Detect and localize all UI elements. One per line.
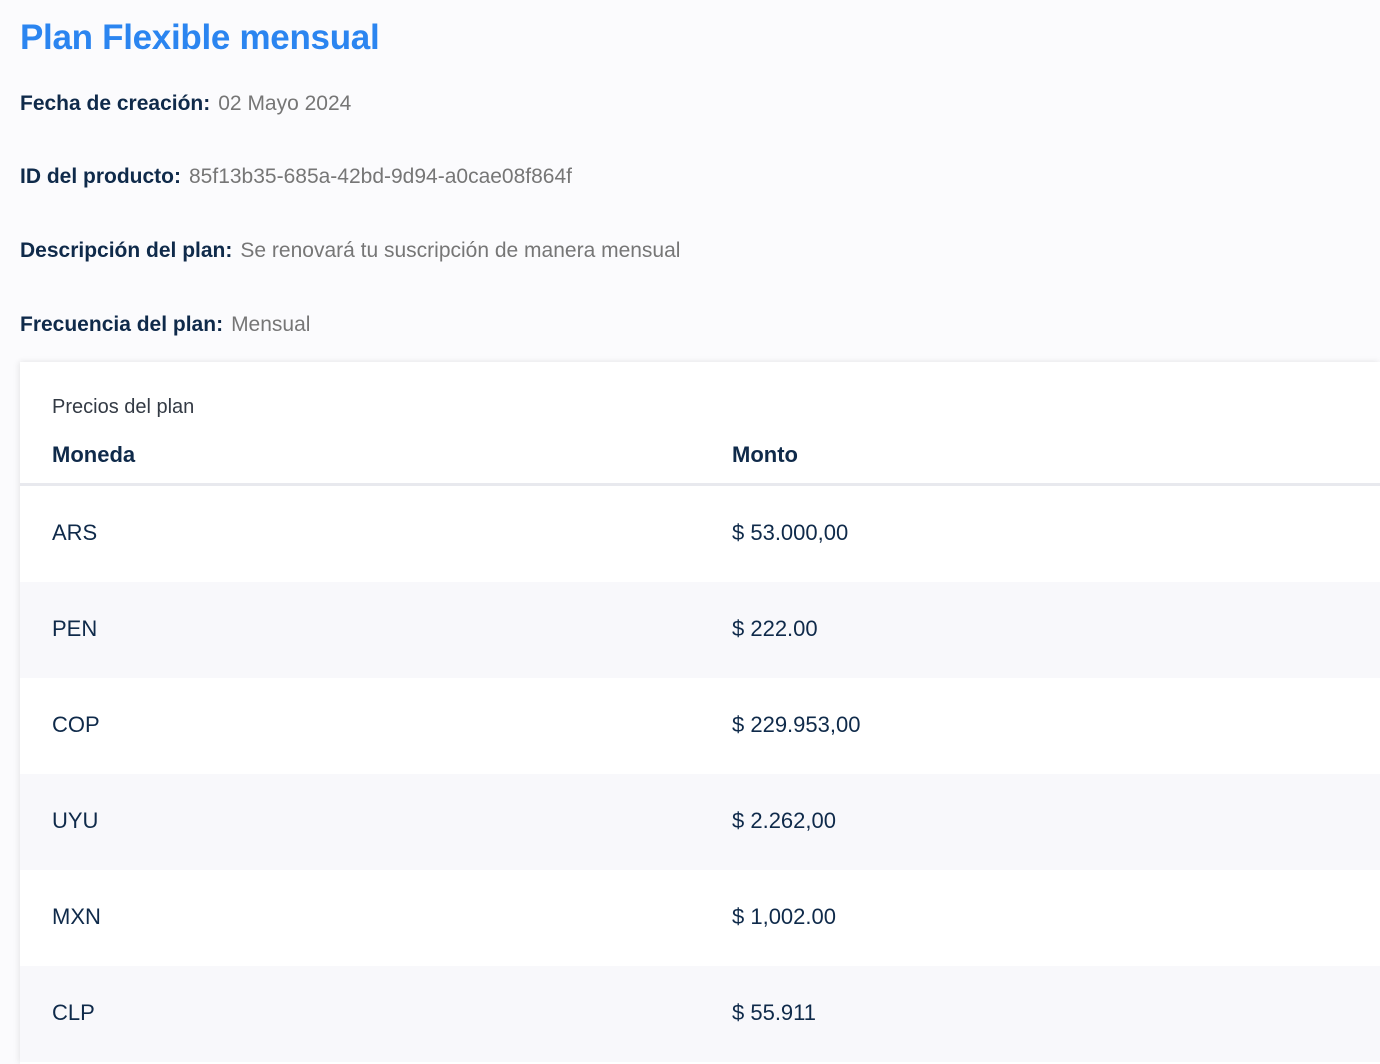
plan-description-value: Se renovará tu suscripción de manera men… [240,239,681,262]
currency-cell: ARS [52,520,98,545]
amount-cell: $ 1,002.00 [732,904,836,929]
amount-cell: $ 53.000,00 [732,520,849,545]
plan-description-row: Descripción del plan: Se renovará tu susc… [20,237,680,265]
creation-date-value: 02 Mayo 2024 [218,92,352,115]
prices-table-body: ARS $ 53.000,00 PEN $ 222.00 COP $ 229.9… [20,486,1380,1062]
currency-cell: CLP [52,1000,95,1025]
amount-cell: $ 2.262,00 [732,808,836,833]
plan-detail-page: Plan Flexible mensual Fecha de creación:… [0,0,1380,1064]
prices-table-header: Moneda Monto [20,430,1380,486]
currency-cell: PEN [52,616,98,641]
currency-cell: COP [52,712,100,737]
plan-description-label: Descripción del plan: [20,239,233,262]
page-title: Plan Flexible mensual [20,18,380,57]
table-row: COP $ 229.953,00 [20,678,1380,774]
plan-frequency-row: Frecuencia del plan: Mensual [20,311,310,339]
amount-cell: $ 222.00 [732,616,818,641]
table-row: ARS $ 53.000,00 [20,486,1380,582]
product-id-value: 85f13b35-685a-42bd-9d94-a0cae08f864f [189,165,572,188]
product-id-row: ID del producto: 85f13b35-685a-42bd-9d94-… [20,163,572,191]
table-row: CLP $ 55.911 [20,966,1380,1062]
currency-cell: UYU [52,808,99,833]
prices-table-card: Precios del plan Moneda Monto ARS $ 53.0… [20,362,1380,1064]
creation-date-row: Fecha de creación: 02 Mayo 2024 [20,90,351,118]
table-row: PEN $ 222.00 [20,582,1380,678]
prices-table-caption: Precios del plan [52,396,195,418]
table-row: MXN $ 1,002.00 [20,870,1380,966]
plan-frequency-label: Frecuencia del plan: [20,313,224,336]
plan-frequency-value: Mensual [231,313,311,336]
amount-cell: $ 229.953,00 [732,712,861,737]
product-id-label: ID del producto: [20,165,181,188]
amount-column-header: Monto [732,442,798,467]
creation-date-label: Fecha de creación: [20,92,211,115]
amount-cell: $ 55.911 [732,1000,817,1025]
currency-cell: MXN [52,904,101,929]
table-row: UYU $ 2.262,00 [20,774,1380,870]
currency-column-header: Moneda [52,442,136,467]
